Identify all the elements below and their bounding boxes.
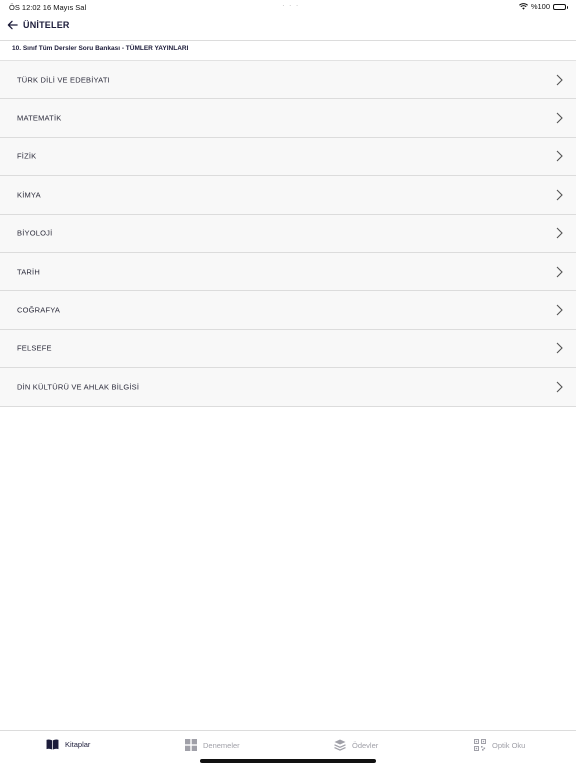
subject-item-cografya[interactable]: COĞRAFYA <box>0 291 576 330</box>
subject-label: TARİH <box>17 267 40 277</box>
grid-icon <box>185 739 197 751</box>
subject-item-biyoloji[interactable]: BİYOLOJİ <box>0 214 576 253</box>
tab-denemeler[interactable]: Denemeler <box>185 739 240 751</box>
status-right: %100 <box>518 2 568 11</box>
chevron-right-icon <box>556 112 563 124</box>
chevron-right-icon <box>556 189 563 201</box>
tab-label: Optik Oku <box>492 740 526 750</box>
nav-bar: ÜNİTELER <box>0 14 576 41</box>
subject-label: DİN KÜLTÜRÜ VE AHLAK BİLGİSİ <box>17 382 140 392</box>
book-title: 10. Sınıf Tüm Dersler Soru Bankası - TÜM… <box>12 45 189 52</box>
book-icon <box>46 739 59 750</box>
battery-icon <box>553 3 568 10</box>
back-button[interactable]: ÜNİTELER <box>7 20 70 30</box>
chevron-right-icon <box>556 74 563 86</box>
subject-label: BİYOLOJİ <box>17 228 53 238</box>
tab-kitaplar[interactable]: Kitaplar <box>46 739 90 750</box>
chevron-right-icon <box>556 151 563 162</box>
tab-bar: Kitaplar Denemeler Ödevler Optik Oku <box>0 730 576 769</box>
subject-list: TÜRK DİLİ VE EDEBİYATI MATEMATİK FİZİK K… <box>0 60 576 407</box>
chevron-right-icon <box>556 343 563 354</box>
subject-item-felsefe[interactable]: FELSEFE <box>0 329 576 369</box>
chevron-right-icon <box>556 304 563 316</box>
layers-icon <box>334 739 346 751</box>
subject-item-turk-dili[interactable]: TÜRK DİLİ VE EDEBİYATI <box>0 61 576 100</box>
subject-label: MATEMATİK <box>17 113 62 123</box>
subject-item-kimya[interactable]: KİMYA <box>0 176 576 215</box>
subject-item-fizik[interactable]: FİZİK <box>0 137 576 177</box>
tab-label: Ödevler <box>352 740 379 750</box>
subject-label: COĞRAFYA <box>17 305 61 315</box>
tab-optik-oku[interactable]: Optik Oku <box>474 739 525 751</box>
multitask-dots[interactable]: · · · <box>282 1 299 10</box>
home-indicator[interactable] <box>200 759 376 763</box>
wifi-icon <box>518 3 528 10</box>
battery-percent: %100 <box>530 2 550 11</box>
subject-label: TÜRK DİLİ VE EDEBİYATI <box>17 75 110 85</box>
arrow-left-icon <box>7 20 18 30</box>
tab-label: Denemeler <box>203 740 240 750</box>
subject-label: KİMYA <box>17 190 41 200</box>
chevron-right-icon <box>556 227 563 239</box>
page-title: ÜNİTELER <box>23 20 70 30</box>
subject-label: FELSEFE <box>17 343 52 353</box>
chevron-right-icon <box>556 381 563 393</box>
tab-label: Kitaplar <box>65 740 91 749</box>
status-bar: ÖS 12:02 16 Mayıs Sal · · · %100 <box>0 0 576 14</box>
tab-odevler[interactable]: Ödevler <box>334 739 378 751</box>
subject-item-matematik[interactable]: MATEMATİK <box>0 99 576 138</box>
subject-item-din-kulturu[interactable]: DİN KÜLTÜRÜ VE AHLAK BİLGİSİ <box>0 368 576 407</box>
subject-item-tarih[interactable]: TARİH <box>0 252 576 292</box>
qr-code-icon <box>474 739 486 751</box>
subject-label: FİZİK <box>17 151 37 161</box>
status-time-date: ÖS 12:02 16 Mayıs Sal <box>9 3 87 12</box>
chevron-right-icon <box>556 266 563 278</box>
